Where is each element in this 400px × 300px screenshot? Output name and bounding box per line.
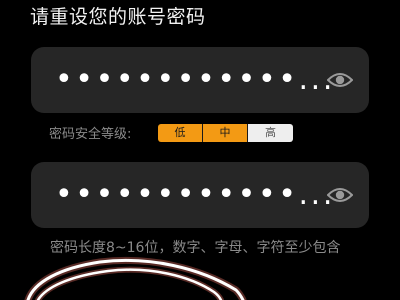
page-title: 请重设您的账号密码 bbox=[30, 6, 206, 28]
new-password-field[interactable]: ••••••••••••... bbox=[31, 47, 369, 113]
password-rule-hint: 密码长度8~16位，数字、字母、字符至少包含 bbox=[50, 240, 341, 256]
confirm-password-field[interactable]: ••••••••••••... bbox=[31, 162, 369, 228]
show-password-toggle[interactable] bbox=[325, 67, 355, 93]
confirm-password-masked-text: ••••••••••••... bbox=[55, 177, 335, 212]
password-strength-meter: 低 中 高 bbox=[158, 124, 293, 142]
strength-level-medium: 中 bbox=[203, 124, 248, 142]
new-password-masked-text: ••••••••••••... bbox=[55, 62, 335, 97]
eye-icon bbox=[327, 73, 353, 87]
strength-level-low: 低 bbox=[158, 124, 203, 142]
strength-level-high: 高 bbox=[248, 124, 293, 142]
eye-icon bbox=[327, 188, 353, 202]
strength-label: 密码安全等级: bbox=[49, 127, 132, 142]
show-confirm-password-toggle[interactable] bbox=[325, 182, 355, 208]
